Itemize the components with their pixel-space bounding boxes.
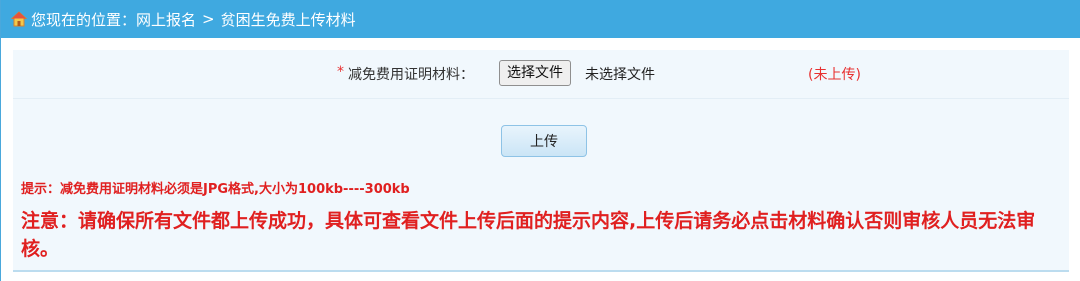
format-hint: 提示：减免费用证明材料必须是JPG格式,大小为100kb----300kb <box>21 182 410 197</box>
location-bar: 您现在的位置： 网上报名 > 贫困生免费上传材料 <box>1 0 1080 38</box>
notice-text: 注意：请确保所有文件都上传成功，具体可查看文件上传后面的提示内容,上传后请务必点… <box>21 210 1036 260</box>
choose-file-button[interactable]: 选择文件 <box>499 60 571 86</box>
page-frame: 您现在的位置： 网上报名 > 贫困生免费上传材料 * 减免费用证明材料： 选择文… <box>0 0 1080 281</box>
file-row: * 减免费用证明材料： 选择文件 未选择文件 (未上传) <box>13 50 1069 99</box>
upload-panel: * 减免费用证明材料： 选择文件 未选择文件 (未上传) 上传 提示：减免费用证… <box>13 50 1069 272</box>
file-field-label: 减免费用证明材料： <box>348 67 474 83</box>
upload-status-text: (未上传) <box>808 67 861 83</box>
selected-file-name: 未选择文件 <box>585 67 655 83</box>
breadcrumb-item-current-page: 贫困生免费上传材料 <box>220 10 356 29</box>
home-icon <box>10 11 28 27</box>
breadcrumb-item-online-registration[interactable]: 网上报名 <box>136 9 196 30</box>
upload-button[interactable]: 上传 <box>501 125 587 157</box>
required-mark: * <box>337 64 344 80</box>
breadcrumb-prefix: 您现在的位置： <box>31 10 137 29</box>
breadcrumb-separator: > <box>202 10 215 28</box>
